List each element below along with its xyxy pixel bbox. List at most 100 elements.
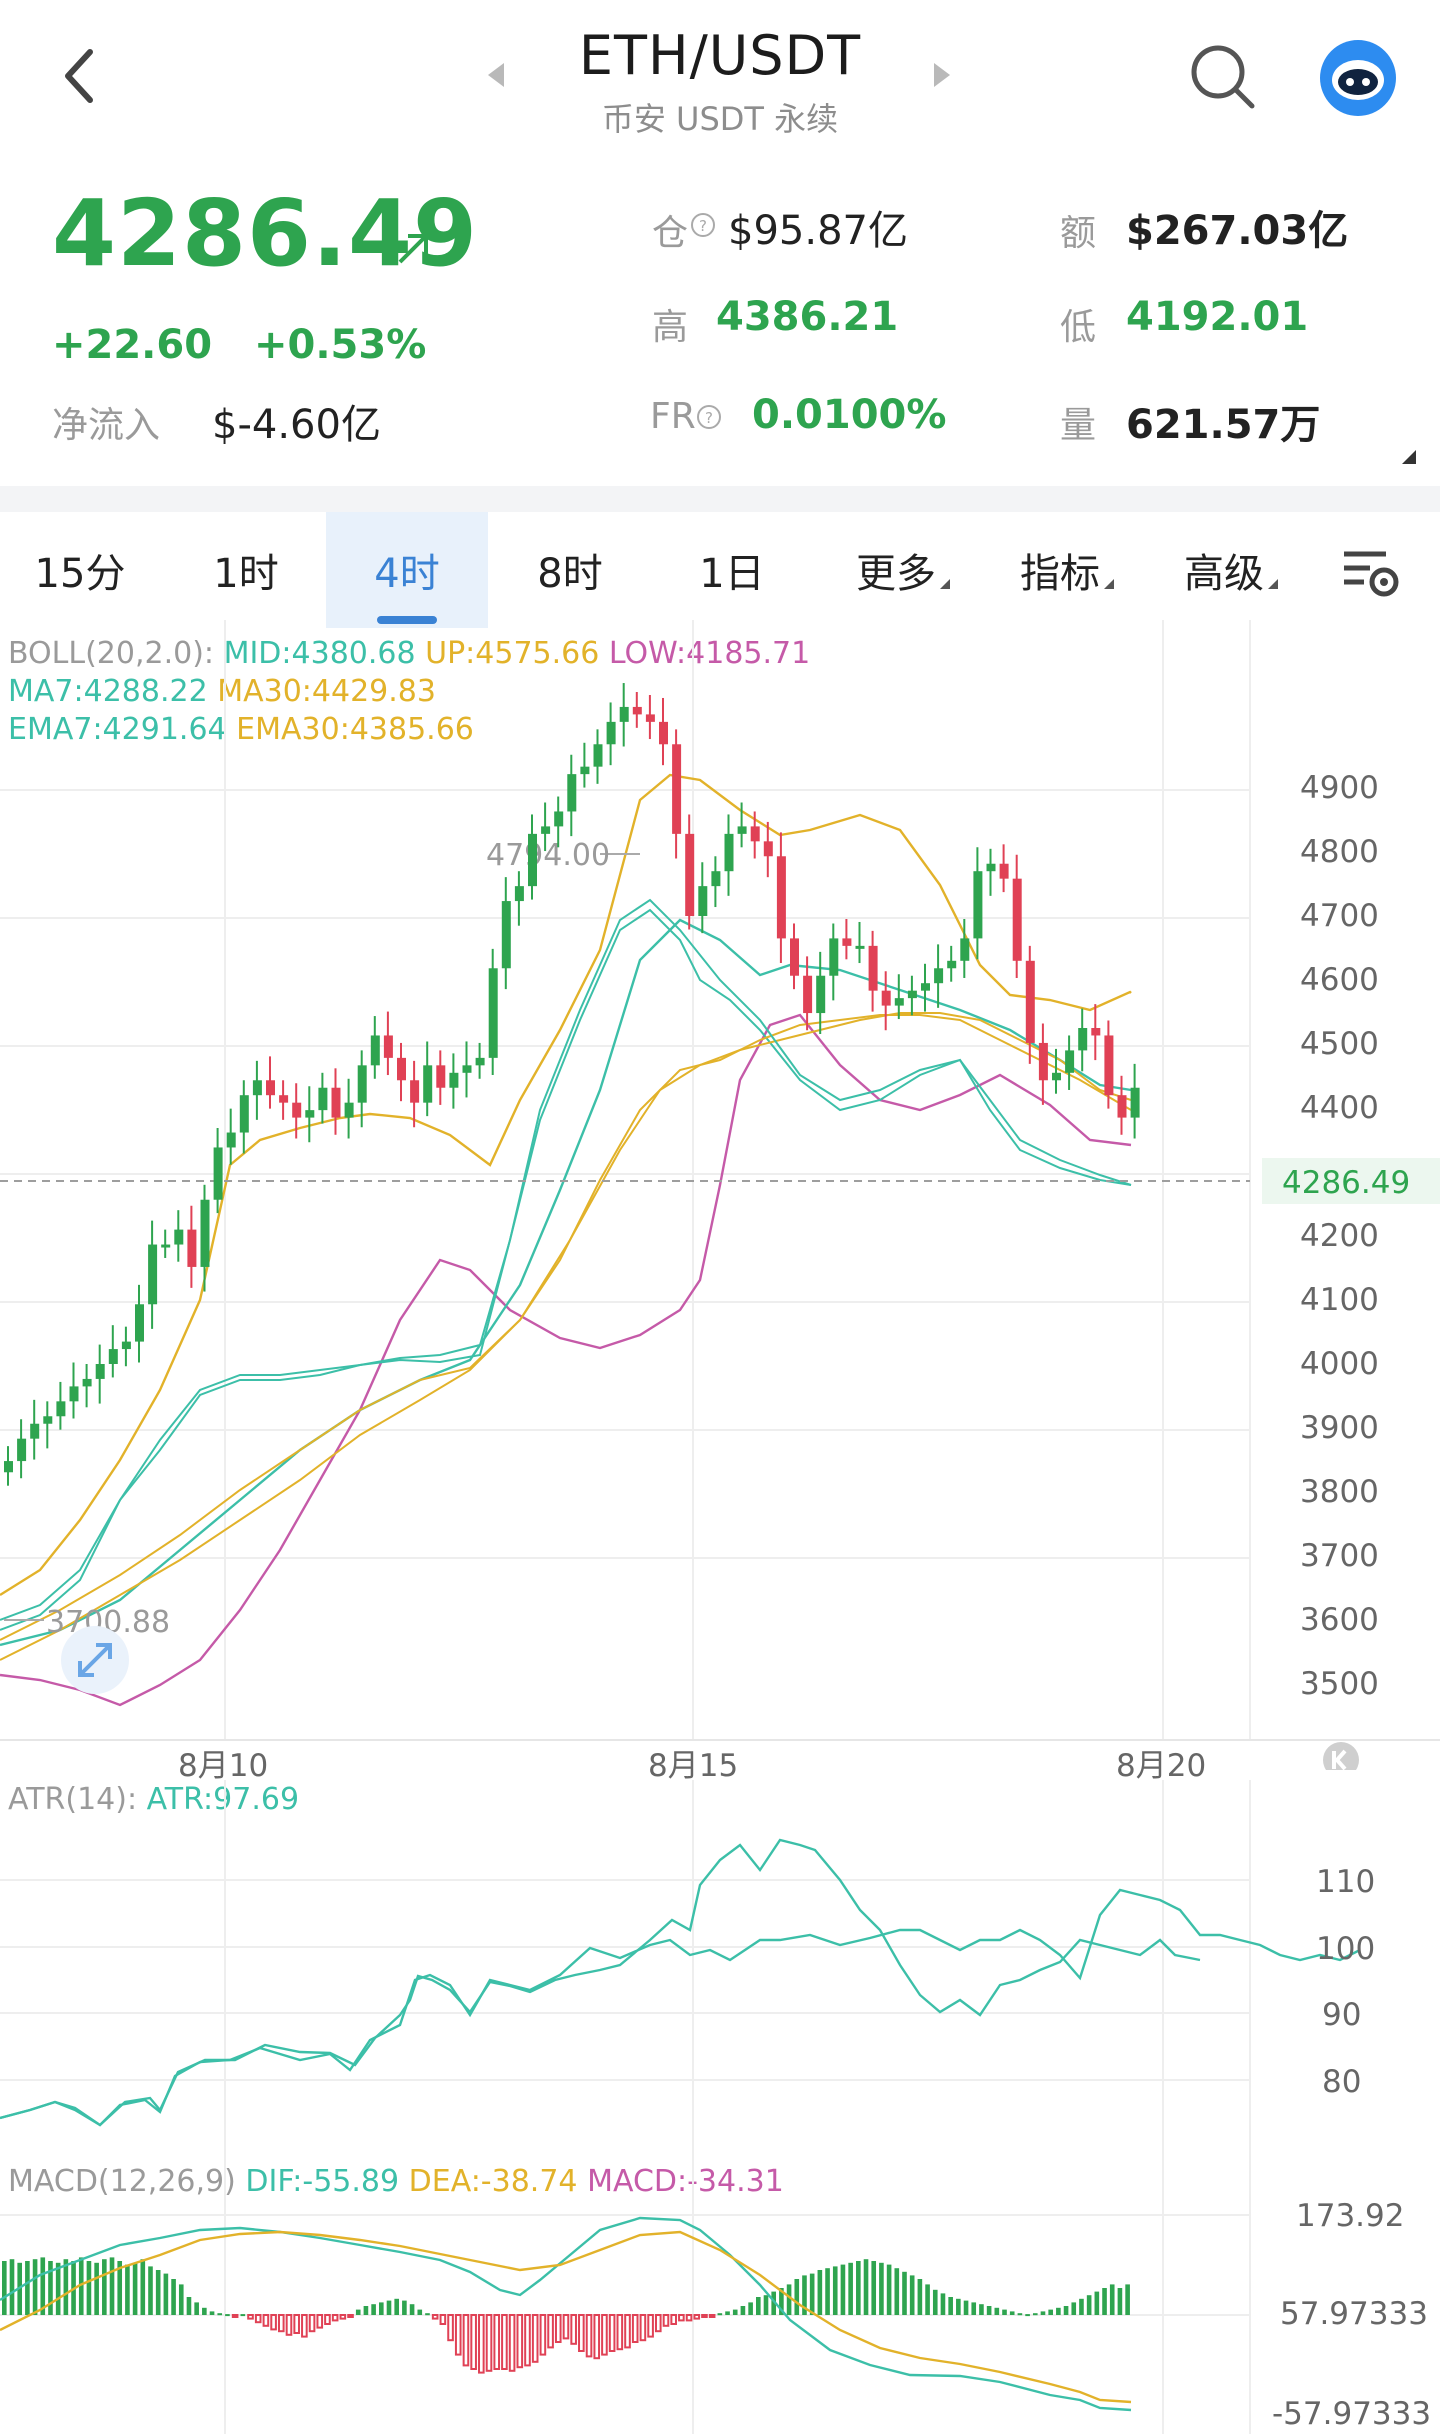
netflow-value: $-4.60亿 — [212, 402, 381, 448]
tab-8h[interactable]: 8时 — [510, 512, 630, 628]
candle-body — [541, 826, 551, 834]
tab-advanced[interactable]: 高级 — [1166, 512, 1296, 628]
macd-bar — [501, 2314, 508, 2370]
candle-body — [934, 968, 944, 984]
candle-body — [200, 1199, 210, 1267]
y-tick: 3800 — [1300, 1474, 1379, 1510]
candle-body — [252, 1080, 262, 1096]
macd-bar — [685, 2314, 693, 2322]
candle-body — [528, 833, 537, 887]
candle-body — [921, 983, 930, 991]
candle-body — [95, 1364, 105, 1379]
macd-bar — [986, 2306, 992, 2315]
macd-bar — [909, 2275, 915, 2315]
candle-body — [554, 811, 564, 827]
candle-body — [488, 968, 498, 1058]
macd-bar — [693, 2314, 701, 2320]
assistant-avatar[interactable] — [1318, 38, 1398, 118]
macd-bar — [725, 2311, 730, 2315]
macd-bar — [86, 2261, 92, 2315]
candle-body — [750, 826, 760, 842]
macd-bar — [925, 2284, 930, 2315]
macd-bar — [624, 2314, 631, 2349]
candle-body — [69, 1386, 79, 1402]
tab-4h[interactable]: 4时 — [326, 512, 488, 628]
x-tick: 8月20 — [1116, 1748, 1207, 1784]
expand-chart-icon[interactable] — [61, 1626, 129, 1694]
macd-bar — [539, 2314, 547, 2356]
macd-bar — [1025, 2314, 1030, 2317]
macd-bar — [886, 2264, 892, 2315]
macd-bar — [331, 2314, 339, 2322]
fr-info-icon[interactable]: ? — [696, 404, 722, 430]
tab-indicators[interactable]: 指标 — [1002, 512, 1132, 628]
macd-bar — [347, 2314, 354, 2318]
macd-bar — [794, 2279, 800, 2315]
candle-body — [999, 863, 1009, 879]
macd-bar — [163, 2273, 169, 2315]
dropdown-corner-icon — [1268, 579, 1278, 589]
macd-bar — [148, 2266, 153, 2315]
macd-bar — [285, 2314, 293, 2336]
candle-body — [436, 1065, 446, 1088]
macd-bar — [940, 2293, 946, 2315]
macd-chart[interactable] — [0, 2160, 1440, 2434]
tab-label: 1日 — [699, 551, 765, 597]
candle-body — [790, 938, 799, 976]
tab-15m[interactable]: 15分 — [20, 512, 140, 628]
candlestick-chart[interactable]: 4794.00 3700.88 4286.49 — [0, 620, 1440, 1770]
atr-y-tick: 90 — [1322, 1997, 1362, 2033]
candle-body — [1012, 878, 1022, 961]
macd-bar — [1056, 2307, 1061, 2315]
macd-bar — [1009, 2311, 1015, 2315]
macd-bar — [631, 2314, 639, 2343]
macd-bar — [531, 2314, 539, 2363]
search-button[interactable] — [1188, 42, 1258, 112]
macd-bar — [971, 2302, 977, 2315]
tab-1h[interactable]: 1时 — [186, 512, 306, 628]
macd-bar — [879, 2262, 884, 2315]
oi-info-icon[interactable]: ? — [690, 212, 716, 238]
candle-body — [737, 826, 747, 834]
candle-body — [213, 1147, 223, 1200]
macd-bar — [856, 2261, 861, 2315]
macd-bar — [508, 2314, 516, 2372]
candle-body — [410, 1080, 420, 1103]
macd-bar — [439, 2314, 447, 2325]
candle-body — [816, 975, 826, 1014]
atr-chart[interactable] — [0, 1780, 1440, 2160]
macd-bar — [102, 2259, 107, 2315]
candle-body — [973, 871, 983, 939]
oi-label: 仓 — [652, 213, 689, 254]
macd-y-tick: -57.97333 — [1272, 2396, 1432, 2432]
candle-body — [842, 938, 852, 946]
macd-bar — [817, 2270, 823, 2315]
candle-body — [986, 863, 996, 872]
scroll-to-latest-button[interactable] — [1323, 1742, 1359, 1770]
macd-bar — [431, 2314, 439, 2320]
candle-body — [501, 901, 511, 969]
atr-y-tick: 80 — [1322, 2064, 1362, 2100]
macd-bar — [2, 2261, 7, 2315]
chart-settings-button[interactable] — [1340, 544, 1404, 600]
x-tick: 8月10 — [178, 1748, 269, 1784]
y-tick: 4000 — [1300, 1346, 1379, 1382]
expand-stats-corner[interactable] — [1398, 446, 1418, 466]
tab-1d[interactable]: 1日 — [672, 512, 792, 628]
candle-body — [370, 1035, 380, 1066]
candle-body — [868, 945, 878, 991]
tab-more[interactable]: 更多 — [838, 512, 968, 628]
volume-value: 621.57万 — [1126, 402, 1321, 448]
turnover-label: 额 — [1060, 213, 1097, 254]
atr-y-tick: 110 — [1316, 1864, 1376, 1900]
macd-bar — [485, 2314, 493, 2372]
macd-bar — [262, 2314, 270, 2327]
y-tick: 4400 — [1300, 1090, 1379, 1126]
macd-bar — [94, 2262, 99, 2315]
macd-bar — [194, 2302, 199, 2315]
candle-body — [344, 1102, 354, 1118]
macd-bar — [478, 2314, 485, 2374]
macd-bar — [63, 2259, 69, 2315]
candles-group — [4, 683, 1140, 1486]
y-tick: 4100 — [1300, 1282, 1379, 1318]
